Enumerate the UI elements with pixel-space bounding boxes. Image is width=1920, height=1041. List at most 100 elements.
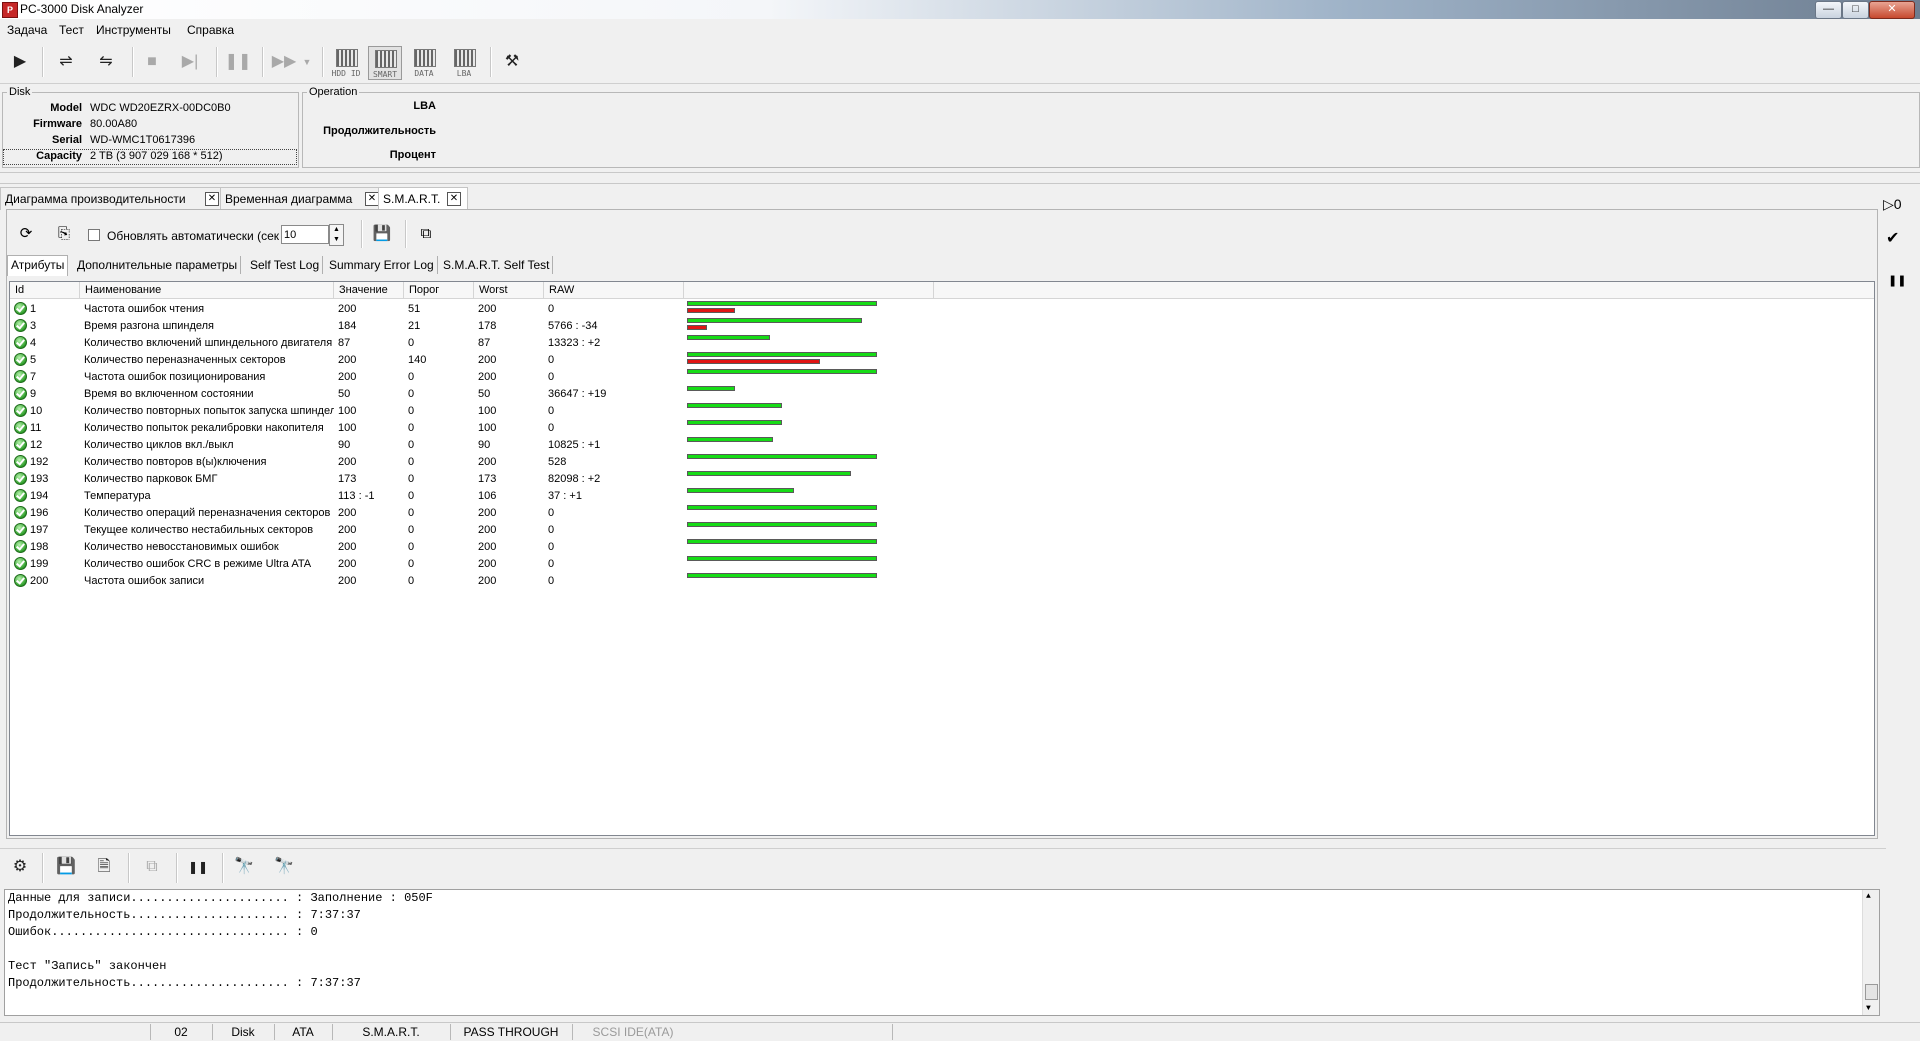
tools-icon[interactable]: ⚒	[496, 46, 528, 78]
table-row[interactable]: 200 Частота ошибок записи 200 0 200 0	[10, 572, 1874, 589]
status-ok-icon	[14, 455, 27, 468]
col-raw[interactable]: RAW	[544, 282, 684, 298]
log-scrollbar[interactable]: ▲ ▼	[1862, 890, 1879, 1015]
log-settings-icon[interactable]: ⚙	[4, 851, 36, 883]
start-task-icon[interactable]: ▶	[4, 46, 36, 78]
table-row[interactable]: 197 Текущее количество нестабильных секто…	[10, 521, 1874, 538]
close-button[interactable]: ✕	[1869, 1, 1915, 19]
table-row[interactable]: 5 Количество переназначенных секторов 200 1…	[10, 351, 1874, 368]
check-icon[interactable]: ✔	[1886, 228, 1899, 248]
table-row[interactable]: 1 Частота ошибок чтения 200 51 200 0	[10, 300, 1874, 317]
minimize-button[interactable]: —	[1815, 1, 1842, 19]
capacity-label: Capacity	[36, 150, 82, 162]
main-toolbar: ▶ ⇌ ⇋ ■ ▶| ❚❚ ▶▶ ▼ HDD ID SMART DATA LBA…	[0, 41, 1920, 84]
firmware-label: Firmware	[33, 118, 82, 130]
table-row[interactable]: 11 Количество попыток рекалибровки накопи…	[10, 419, 1874, 436]
reinit-icon[interactable]: ⇋	[90, 46, 122, 78]
read-smart-icon[interactable]: ⟳	[13, 221, 39, 247]
cell-threshold: 0	[408, 524, 415, 536]
scroll-thumb[interactable]	[1865, 984, 1878, 1000]
copy-icon[interactable]: ⧉	[413, 221, 439, 247]
cell-value: 200	[338, 524, 357, 536]
tab-time-diagram[interactable]: Временная диаграмма ✕	[220, 187, 382, 210]
table-row[interactable]: 10 Количество повторных попыток запуска ш…	[10, 402, 1874, 419]
operation-legend: Operation	[309, 86, 358, 98]
toolbar-separator	[132, 47, 134, 77]
cell-value: 200	[338, 456, 357, 468]
table-row[interactable]: 4 Количество включений шпиндельного двига…	[10, 334, 1874, 351]
save-as-log-icon[interactable]: 🗎	[88, 851, 120, 883]
subtab-extra-params[interactable]: Дополнительные параметры	[74, 256, 242, 274]
auto-update-checkbox[interactable]	[88, 229, 100, 241]
duration-label: Продолжительность	[323, 125, 436, 137]
copy-log-icon[interactable]: ⧉	[136, 851, 168, 883]
maximize-button[interactable]: □	[1842, 1, 1869, 19]
step-icon[interactable]: ▶|	[174, 46, 206, 78]
col-value[interactable]: Значение	[334, 282, 404, 298]
table-row[interactable]: 194 Температура 113 : -1 0 106 37 : +1	[10, 487, 1874, 504]
counter-icon[interactable]: ▷0	[1883, 196, 1902, 213]
menu-help[interactable]: Справка	[187, 23, 234, 37]
table-row[interactable]: 199 Количество ошибок CRC в режиме Ultra …	[10, 555, 1874, 572]
skip-icon[interactable]: ▶▶	[268, 46, 300, 78]
hdd-id-button[interactable]: HDD ID	[330, 46, 362, 78]
cell-worst: 100	[478, 405, 497, 417]
status-ata: ATA	[274, 1024, 331, 1040]
pause-icon[interactable]: ❚❚	[222, 46, 254, 78]
close-icon[interactable]: ✕	[205, 192, 219, 206]
scroll-down-icon[interactable]: ▼	[1866, 1004, 1871, 1013]
col-worst[interactable]: Worst	[474, 282, 544, 298]
table-row[interactable]: 9 Время во включенном состоянии 50 0 50 36647…	[10, 385, 1874, 402]
stop-icon[interactable]: ■	[136, 46, 168, 78]
tab-performance[interactable]: Диаграмма производительности ✕	[0, 187, 223, 210]
menu-test[interactable]: Тест	[59, 23, 84, 37]
subtab-self-test-log[interactable]: Self Test Log	[247, 256, 324, 274]
table-row[interactable]: 192 Количество повторов в(ы)ключения 200 0 2…	[10, 453, 1874, 470]
menu-tools[interactable]: Инструменты	[96, 23, 171, 37]
menu-task[interactable]: Задача	[7, 23, 47, 37]
data-button[interactable]: DATA	[408, 46, 440, 78]
pause-icon[interactable]: ❚❚	[1888, 274, 1906, 287]
chevron-down-icon[interactable]: ▼	[300, 46, 314, 78]
interval-spinner[interactable]: ▲ ▼	[329, 224, 344, 246]
table-row[interactable]: 3 Время разгона шпинделя 184 21 178 5766 : -3…	[10, 317, 1874, 334]
status-ok-icon	[14, 506, 27, 519]
load-smart-icon[interactable]: ⎘	[51, 221, 77, 247]
toolbar-separator	[322, 47, 324, 77]
scroll-up-icon[interactable]: ▲	[1866, 892, 1871, 901]
table-row[interactable]: 7 Частота ошибок позиционирования 200 0 200 0	[10, 368, 1874, 385]
cell-threshold: 21	[408, 320, 421, 332]
smart-button[interactable]: SMART	[368, 46, 402, 80]
close-icon[interactable]: ✕	[365, 192, 379, 206]
table-row[interactable]: 193 Количество парковок БМГ 173 0 173 82098 :…	[10, 470, 1874, 487]
status-port: 02	[150, 1024, 211, 1040]
cell-name: Частота ошибок чтения	[84, 303, 205, 315]
tab-smart[interactable]: S.M.A.R.T. ✕	[378, 187, 468, 211]
table-row[interactable]: 196 Количество операций переназначения се…	[10, 504, 1874, 521]
subtab-attributes[interactable]: Атрибуты	[7, 255, 69, 276]
log-output[interactable]: Данные для записи...................... …	[4, 889, 1880, 1016]
find-icon[interactable]: 🔭	[228, 851, 260, 883]
subtab-smart-self-test[interactable]: S.M.A.R.T. Self Test	[440, 256, 554, 274]
lba-button[interactable]: LBA	[448, 46, 480, 78]
status-ok-icon	[14, 421, 27, 434]
threshold-bar	[687, 325, 707, 330]
status-ok-icon	[14, 387, 27, 400]
table-row[interactable]: 198 Количество невосстановимых ошибок 200 0…	[10, 538, 1874, 555]
close-icon[interactable]: ✕	[447, 192, 461, 206]
col-name[interactable]: Наименование	[80, 282, 334, 298]
pause-log-icon[interactable]: ❚❚	[182, 851, 214, 883]
col-graph[interactable]	[684, 282, 934, 298]
table-row[interactable]: 12 Количество циклов вкл./выкл 90 0 90 10825 …	[10, 436, 1874, 453]
cell-threshold: 0	[408, 405, 415, 417]
cell-threshold: 0	[408, 541, 415, 553]
reset-icon[interactable]: ⇌	[50, 46, 82, 78]
interval-input[interactable]	[281, 225, 329, 244]
find-next-icon[interactable]: 🔭	[268, 851, 300, 883]
status-ok-icon	[14, 302, 27, 315]
subtab-summary-error-log[interactable]: Summary Error Log	[326, 256, 438, 274]
save-smart-icon[interactable]: 💾	[369, 221, 395, 247]
save-log-icon[interactable]: 💾	[50, 851, 82, 883]
col-id[interactable]: Id	[10, 282, 80, 298]
col-threshold[interactable]: Порог	[404, 282, 474, 298]
